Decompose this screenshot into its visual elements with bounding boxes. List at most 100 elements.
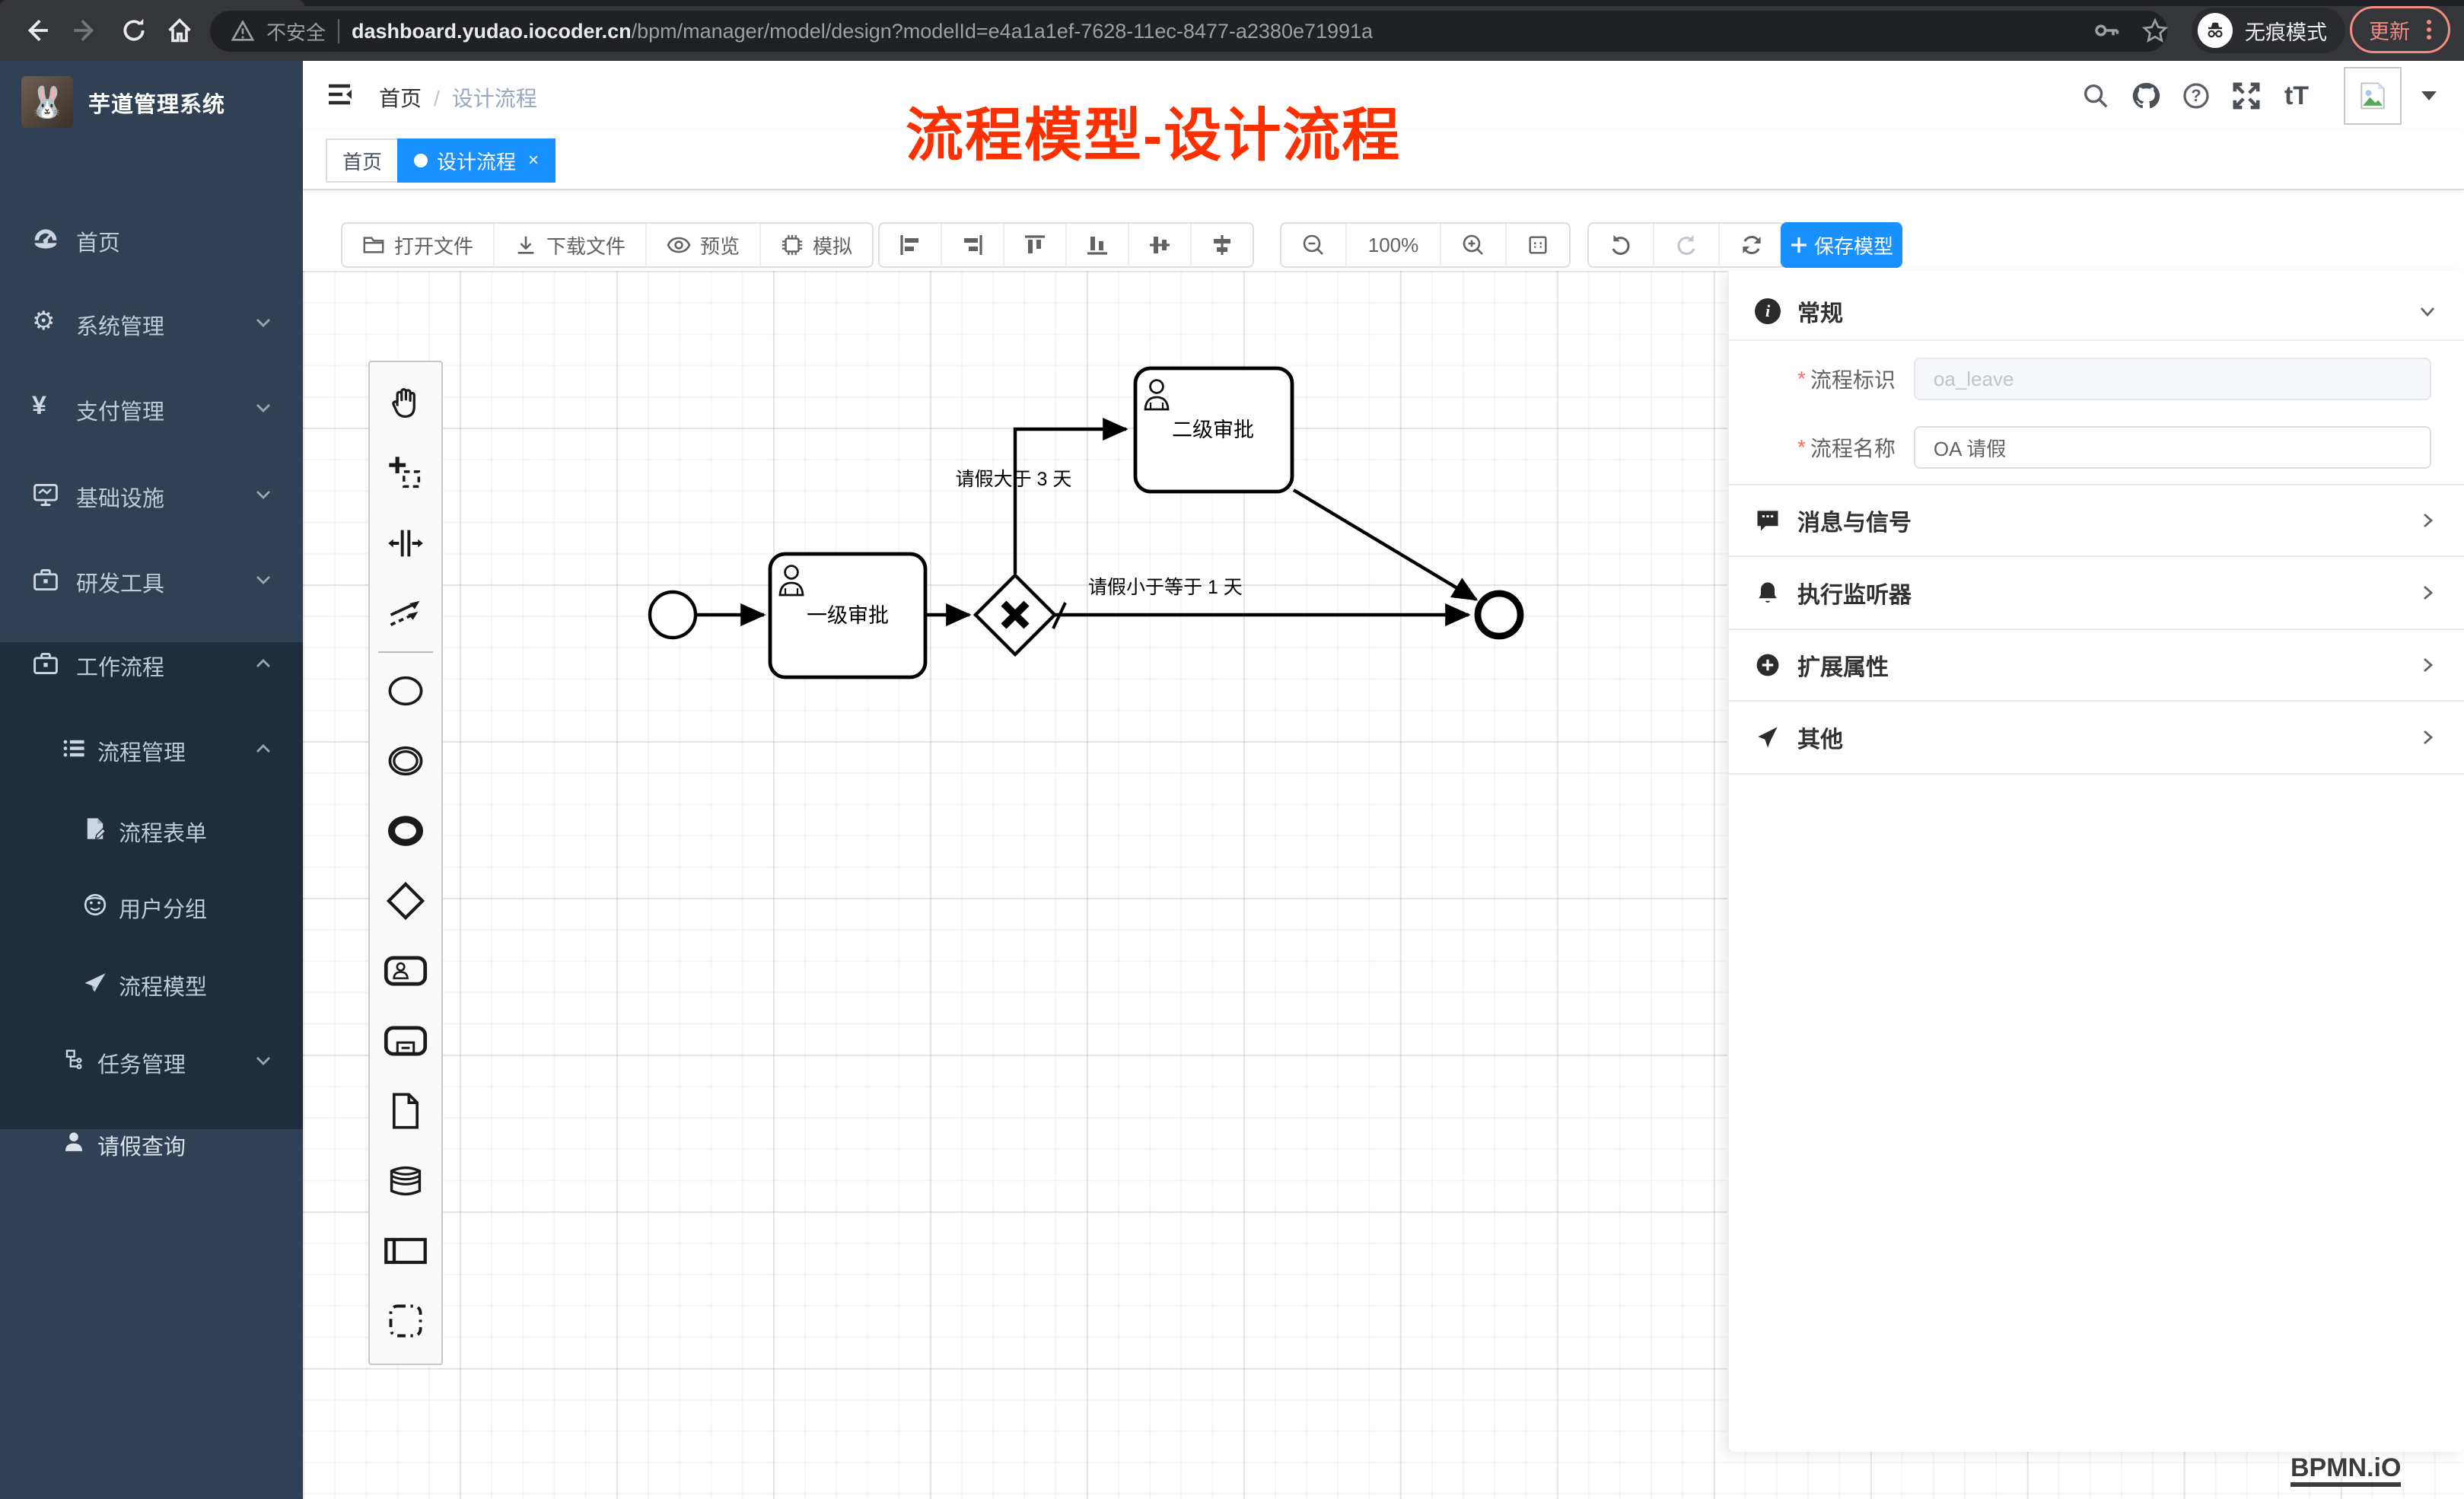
sidebar-logo-row[interactable]: 🐰 芋道管理系统 bbox=[0, 73, 303, 134]
edge-label-le1[interactable]: 请假小于等于 1 天 bbox=[1088, 577, 1243, 598]
tree-icon bbox=[61, 1047, 88, 1074]
url-host[interactable]: dashboard.yudao.iocoder.cn bbox=[352, 20, 632, 43]
sidebar: 🐰 芋道管理系统 首页 ⚙ 系统管理 ¥ 支付管理 基础设施 研发工具 bbox=[0, 61, 303, 1499]
download-file-button[interactable]: 下载文件 bbox=[493, 224, 645, 266]
browser-update-button[interactable]: 更新 bbox=[2350, 6, 2450, 53]
simulate-button[interactable]: 模拟 bbox=[759, 224, 872, 266]
zoom-in-button[interactable] bbox=[1440, 224, 1505, 266]
save-model-button[interactable]: 保存模型 bbox=[1781, 222, 1902, 268]
align-left-button[interactable] bbox=[880, 224, 941, 266]
chevron-up-icon bbox=[254, 740, 272, 758]
section-message-signal[interactable]: 消息与信号 bbox=[1729, 485, 2464, 557]
bpmn-io-watermark[interactable]: BPMN.iO bbox=[2291, 1455, 2401, 1487]
sidebar-item-user-group[interactable]: 用户分组 bbox=[0, 875, 303, 936]
required-mark: * bbox=[1797, 435, 1806, 460]
chevron-down-icon bbox=[254, 571, 272, 589]
password-key-icon[interactable] bbox=[2088, 12, 2125, 49]
font-size-icon[interactable]: tT bbox=[2281, 81, 2312, 111]
start-event[interactable] bbox=[650, 592, 696, 638]
align-vertical-center-button[interactable] bbox=[1128, 224, 1190, 266]
browser-back-button[interactable] bbox=[18, 12, 55, 49]
button-label: 预览 bbox=[700, 231, 740, 259]
breadcrumb-home[interactable]: 首页 bbox=[379, 87, 422, 110]
chevron-right-icon[interactable] bbox=[2417, 510, 2438, 531]
button-label: 下载文件 bbox=[546, 231, 626, 259]
not-secure-icon bbox=[231, 20, 254, 43]
align-bottom-button[interactable] bbox=[1065, 224, 1128, 266]
incognito-icon bbox=[2198, 13, 2233, 48]
restart-button[interactable] bbox=[1718, 224, 1784, 266]
sidebar-item-task-mgmt[interactable]: 任务管理 bbox=[0, 1030, 303, 1091]
section-execution-listener[interactable]: 执行监听器 bbox=[1729, 557, 2464, 630]
browser-menu-icon[interactable] bbox=[2427, 20, 2431, 40]
undo-button[interactable] bbox=[1589, 224, 1653, 266]
exclusive-gateway[interactable] bbox=[976, 575, 1055, 654]
avatar[interactable] bbox=[2344, 67, 2402, 125]
end-event[interactable] bbox=[1478, 594, 1520, 636]
close-icon[interactable]: × bbox=[528, 150, 539, 171]
align-horizontal-center-button[interactable] bbox=[1190, 224, 1253, 266]
section-general[interactable]: i 常规 bbox=[1729, 283, 2464, 341]
user-task-level2[interactable]: 二级审批 bbox=[1135, 368, 1292, 492]
sidebar-item-devtools[interactable]: 研发工具 bbox=[0, 549, 303, 610]
sidebar-label: 支付管理 bbox=[76, 394, 164, 426]
browser-home-button[interactable] bbox=[161, 12, 198, 49]
sidebar-item-payment[interactable]: ¥ 支付管理 bbox=[0, 377, 303, 438]
section-title: 扩展属性 bbox=[1797, 648, 1889, 682]
sidebar-item-home[interactable]: 首页 bbox=[0, 208, 303, 269]
process-name-input[interactable] bbox=[1914, 426, 2431, 469]
sidebar-item-infra[interactable]: 基础设施 bbox=[0, 464, 303, 525]
zoom-level[interactable]: 100% bbox=[1345, 224, 1440, 266]
browser-tab-strip bbox=[0, 0, 2464, 6]
zoom-value: 100% bbox=[1368, 234, 1419, 257]
chevron-down-icon[interactable] bbox=[2417, 301, 2438, 322]
align-right-button[interactable] bbox=[941, 224, 1003, 266]
github-icon[interactable] bbox=[2131, 81, 2161, 111]
security-label[interactable]: 不安全 bbox=[266, 18, 326, 46]
align-top-button[interactable] bbox=[1003, 224, 1065, 266]
browser-forward-button[interactable] bbox=[67, 12, 103, 49]
sidebar-item-workflow[interactable]: 工作流程 bbox=[0, 633, 303, 694]
chevron-right-icon[interactable] bbox=[2417, 654, 2438, 676]
search-icon[interactable] bbox=[2080, 81, 2111, 111]
section-title: 消息与信号 bbox=[1797, 504, 1912, 537]
button-label: 打开文件 bbox=[394, 231, 473, 259]
caret-down-icon[interactable] bbox=[2421, 91, 2437, 100]
sidebar-item-process-model[interactable]: 流程模型 bbox=[0, 953, 303, 1014]
person-icon bbox=[61, 1129, 88, 1157]
help-icon[interactable]: ? bbox=[2181, 81, 2211, 111]
process-key-input[interactable] bbox=[1914, 358, 2431, 400]
tab-design-process[interactable]: 设计流程 × bbox=[397, 138, 556, 183]
section-other[interactable]: 其他 bbox=[1729, 702, 2464, 775]
fit-viewport-button[interactable] bbox=[1505, 224, 1569, 266]
sidebar-label: 用户分组 bbox=[119, 892, 207, 924]
browser-reload-button[interactable] bbox=[116, 12, 152, 49]
edge-label-gt3[interactable]: 请假大于 3 天 bbox=[956, 469, 1072, 490]
page-annotation-title: 流程模型-设计流程 bbox=[906, 88, 1401, 172]
redo-button[interactable] bbox=[1653, 224, 1718, 266]
sidebar-item-process-form[interactable]: 流程表单 bbox=[0, 799, 303, 860]
flow-gateway-to-task2[interactable] bbox=[1015, 429, 1126, 574]
url-path[interactable]: /bpm/manager/model/design?modelId=e4a1a1… bbox=[632, 20, 1373, 43]
sidebar-collapse-icon[interactable] bbox=[324, 79, 355, 110]
toolbox-icon bbox=[32, 650, 59, 677]
chevron-right-icon[interactable] bbox=[2417, 582, 2438, 603]
user-task-level1[interactable]: 一级审批 bbox=[770, 554, 925, 677]
flow-task2-to-end[interactable] bbox=[1294, 490, 1476, 600]
preview-button[interactable]: 预览 bbox=[645, 224, 759, 266]
tab-home[interactable]: 首页 bbox=[326, 138, 399, 183]
section-extended-attrs[interactable]: 扩展属性 bbox=[1729, 630, 2464, 702]
field-process-key: * 流程标识 bbox=[1729, 358, 2464, 400]
open-file-button[interactable]: 打开文件 bbox=[342, 224, 493, 266]
address-bar[interactable]: 不安全 dashboard.yudao.iocoder.cn/bpm/manag… bbox=[210, 11, 2167, 52]
toolbox-icon bbox=[32, 566, 59, 594]
chevron-right-icon[interactable] bbox=[2417, 727, 2438, 748]
browser-active-tab[interactable] bbox=[0, 0, 304, 6]
sidebar-item-system[interactable]: ⚙ 系统管理 bbox=[0, 292, 303, 353]
sidebar-item-process-mgmt[interactable]: 流程管理 bbox=[0, 718, 303, 779]
app-logo: 🐰 bbox=[21, 76, 73, 128]
bookmark-star-icon[interactable] bbox=[2137, 12, 2173, 49]
sidebar-item-leave-query[interactable]: 请假查询 bbox=[0, 1112, 303, 1173]
zoom-out-button[interactable] bbox=[1281, 224, 1345, 266]
fullscreen-icon[interactable] bbox=[2231, 81, 2262, 111]
